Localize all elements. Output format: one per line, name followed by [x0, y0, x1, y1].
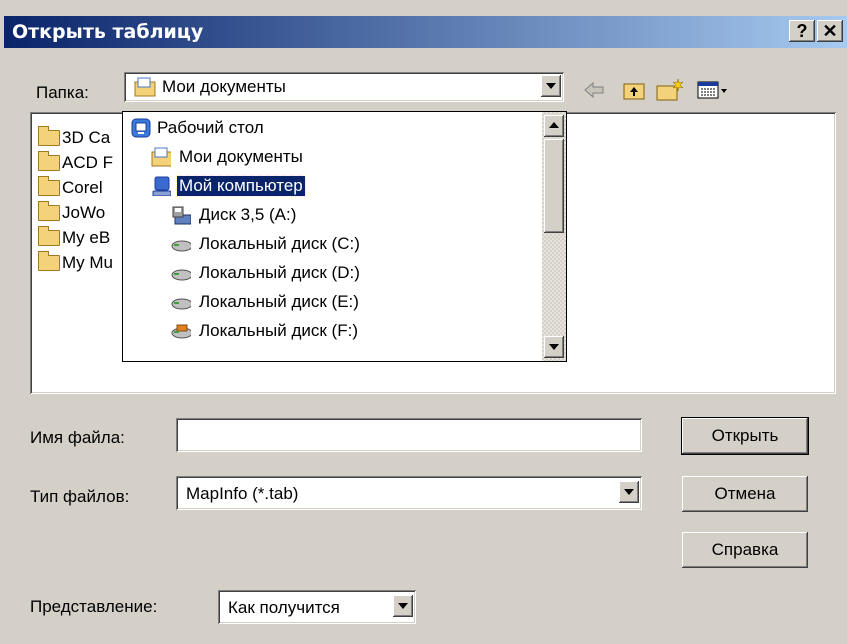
back-arrow-icon[interactable]	[583, 78, 605, 102]
list-item[interactable]: 3D Ca	[38, 126, 130, 150]
filetype-label: Тип файлов:	[30, 487, 130, 506]
filename-label: Имя файла:	[30, 428, 125, 447]
scroll-thumb[interactable]	[544, 139, 564, 233]
view-menu-icon[interactable]	[696, 78, 730, 102]
help-button[interactable]: Справка	[682, 532, 808, 568]
up-folder-icon[interactable]	[622, 78, 646, 102]
list-item[interactable]: ACD F	[38, 151, 130, 175]
dropdown-scrollbar[interactable]	[542, 112, 566, 361]
folder-combobox[interactable]: Мои документы	[124, 72, 564, 102]
hard-drive-icon	[171, 324, 191, 339]
folder-icon	[38, 251, 60, 271]
view-dropdown-button[interactable]	[393, 595, 413, 617]
folder-dropdown-list[interactable]: Рабочий стол Мои документы Мой компьютер…	[122, 111, 567, 362]
list-item[interactable]: Corel	[38, 176, 130, 200]
floppy-icon	[172, 206, 191, 225]
new-folder-icon[interactable]	[655, 78, 685, 102]
hard-drive-icon	[171, 269, 191, 281]
filename-input[interactable]	[176, 418, 642, 452]
computer-icon	[152, 176, 171, 196]
view-label: Представление:	[30, 597, 158, 616]
documents-folder-icon	[134, 77, 156, 97]
folder-icon	[38, 201, 60, 221]
folder-icon	[38, 126, 60, 146]
list-item[interactable]: My eB	[38, 226, 130, 250]
scroll-up-button[interactable]	[544, 115, 564, 137]
folder-icon	[38, 176, 60, 196]
desktop-icon	[131, 118, 151, 138]
dialog-title: Открыть таблицу	[12, 21, 204, 43]
open-table-dialog: Открыть таблицу ? ✕ Папка: Мои документы…	[0, 0, 847, 644]
folder-icon	[38, 226, 60, 246]
filetype-combobox[interactable]: MapInfo (*.tab)	[176, 476, 642, 510]
folder-label: Папка:	[36, 83, 89, 102]
list-item[interactable]: JoWo	[38, 201, 130, 225]
view-value: Как получится	[228, 598, 340, 617]
view-combobox[interactable]: Как получится	[218, 590, 416, 624]
title-bar[interactable]: Открыть таблицу ? ✕	[4, 16, 847, 48]
hard-drive-icon	[171, 240, 191, 252]
help-title-button[interactable]: ?	[789, 20, 815, 42]
open-button[interactable]: Открыть	[682, 418, 808, 454]
close-button[interactable]: ✕	[817, 20, 843, 42]
hard-drive-icon	[171, 298, 191, 310]
filetype-dropdown-button[interactable]	[619, 481, 639, 503]
folder-dropdown-button[interactable]	[541, 75, 561, 97]
scroll-down-button[interactable]	[544, 336, 564, 358]
filetype-value: MapInfo (*.tab)	[186, 484, 299, 503]
documents-folder-icon	[151, 147, 171, 167]
folder-combo-value: Мои документы	[162, 77, 286, 96]
cancel-button[interactable]: Отмена	[682, 476, 808, 512]
folder-icon	[38, 151, 60, 171]
list-item[interactable]: My Mu	[38, 251, 130, 275]
